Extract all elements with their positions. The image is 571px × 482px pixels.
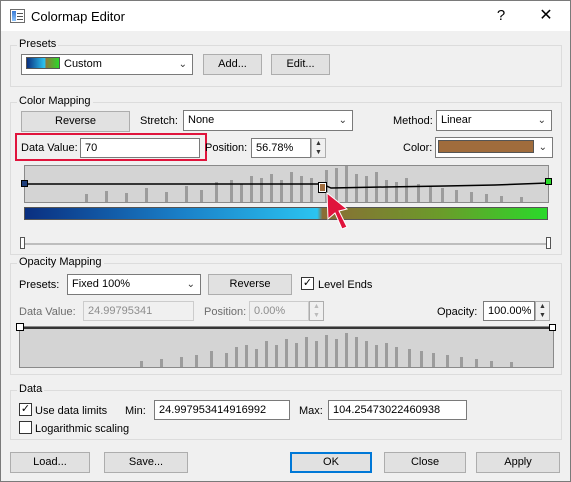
color-data-value-input[interactable]: 70 (80, 138, 200, 158)
max-label: Max: (299, 405, 323, 417)
edit-preset-button[interactable]: Edit... (271, 54, 330, 75)
close-button[interactable]: Close (384, 452, 466, 473)
stretch-value: None (188, 114, 215, 126)
spin-down-icon: ▼ (313, 312, 320, 319)
color-data-value-label: Data Value: (21, 142, 78, 154)
add-preset-button[interactable]: Add... (203, 54, 262, 75)
max-input[interactable]: 104.25473022460938 (328, 400, 467, 420)
window-title: Colormap Editor (31, 9, 125, 24)
color-position-label: Position: (205, 142, 248, 154)
color-position-spinner[interactable]: ▲ ▼ (311, 138, 326, 158)
opacity-data-value-label: Data Value: (19, 306, 76, 318)
color-histogram-panel[interactable] (21, 165, 552, 203)
color-position-input[interactable]: 56.78% (251, 138, 311, 158)
stretch-combo[interactable]: None ⌄ (183, 110, 353, 131)
chevron-down-icon: ⌄ (338, 115, 347, 126)
opacity-histogram-bars (140, 333, 513, 367)
opacity-handle-left[interactable] (16, 323, 24, 331)
level-ends-label: Level Ends (318, 279, 373, 291)
use-data-limits-label: Use data limits (35, 405, 108, 417)
help-button[interactable]: ? (489, 5, 513, 27)
range-slider-right-handle[interactable] (546, 237, 551, 249)
opacity-presets-value: Fixed 100% (72, 278, 131, 290)
min-label: Min: (125, 405, 146, 417)
opacity-input[interactable]: 100.00% (483, 301, 535, 321)
stop-handle-right[interactable] (545, 178, 552, 185)
opacity-presets-combo[interactable]: Fixed 100% ⌄ (67, 274, 201, 295)
color-label: Color: (403, 142, 433, 154)
presets-selected: Custom (64, 58, 102, 70)
method-combo[interactable]: Linear ⌄ (436, 110, 552, 131)
colormap-gradient-bar (24, 207, 548, 220)
title-bar: Colormap Editor ? ✕ (1, 1, 570, 31)
opacity-position-label: Position: (204, 306, 247, 318)
ok-button[interactable]: OK (290, 452, 372, 473)
color-swatch (438, 140, 534, 153)
stretch-label: Stretch: (140, 115, 178, 127)
chevron-down-icon: ⌄ (537, 115, 546, 126)
method-value: Linear (441, 114, 472, 126)
log-scaling-label: Logarithmic scaling (35, 423, 130, 435)
save-button[interactable]: Save... (104, 452, 188, 473)
opacity-reverse-button[interactable]: Reverse (208, 274, 292, 295)
chevron-down-icon: ⌄ (178, 59, 187, 70)
opacity-position-input[interactable]: 0.00% (249, 301, 309, 321)
stop-handle-left[interactable] (21, 180, 28, 187)
method-label: Method: (393, 115, 433, 127)
load-button[interactable]: Load... (10, 452, 90, 473)
opacity-histogram-svg (20, 327, 553, 367)
color-mapping-label: Color Mapping (17, 95, 93, 107)
color-transfer-line (25, 182, 548, 189)
close-window-button[interactable]: ✕ (534, 5, 558, 27)
opacity-spinner[interactable]: ▲ ▼ (535, 301, 550, 321)
opacity-handle-right[interactable] (549, 324, 556, 331)
presets-combo[interactable]: Custom ⌄ (21, 54, 193, 75)
opacity-data-value-input[interactable]: 24.99795341 (83, 301, 194, 321)
colormap-app-icon (10, 9, 25, 23)
range-slider-left-handle[interactable] (20, 237, 25, 249)
spin-down-icon: ▼ (315, 149, 322, 156)
opacity-position-spinner[interactable]: ▲ ▼ (309, 301, 324, 321)
level-ends-checkbox[interactable] (301, 277, 314, 290)
opacity-label: Opacity: (437, 306, 478, 318)
spin-up-icon: ▲ (313, 303, 320, 310)
use-data-limits-checkbox[interactable] (19, 403, 32, 416)
colormap-editor-window: Colormap Editor ? ✕ Presets Custom ⌄ Add… (0, 0, 571, 482)
chevron-down-icon: ⌄ (538, 142, 547, 153)
min-input[interactable]: 24.997953414916992 (154, 400, 290, 420)
opacity-presets-label: Presets: (19, 279, 60, 291)
presets-group-label: Presets (17, 38, 59, 50)
spin-up-icon: ▲ (315, 140, 322, 147)
opacity-mapping-label: Opacity Mapping (17, 256, 104, 268)
chevron-down-icon: ⌄ (186, 279, 195, 290)
color-picker-combo[interactable]: ⌄ (435, 137, 553, 158)
data-group-label: Data (17, 383, 45, 395)
spin-up-icon: ▲ (539, 303, 546, 310)
color-histogram-svg (25, 166, 548, 202)
apply-button[interactable]: Apply (476, 452, 560, 473)
preset-swatch (26, 57, 60, 69)
range-slider-track (21, 243, 551, 245)
color-reverse-button[interactable]: Reverse (21, 111, 130, 132)
mouse-pointer-icon (326, 191, 349, 230)
opacity-histogram-panel[interactable] (16, 323, 556, 368)
spin-down-icon: ▼ (539, 312, 546, 319)
log-scaling-checkbox[interactable] (19, 421, 32, 434)
